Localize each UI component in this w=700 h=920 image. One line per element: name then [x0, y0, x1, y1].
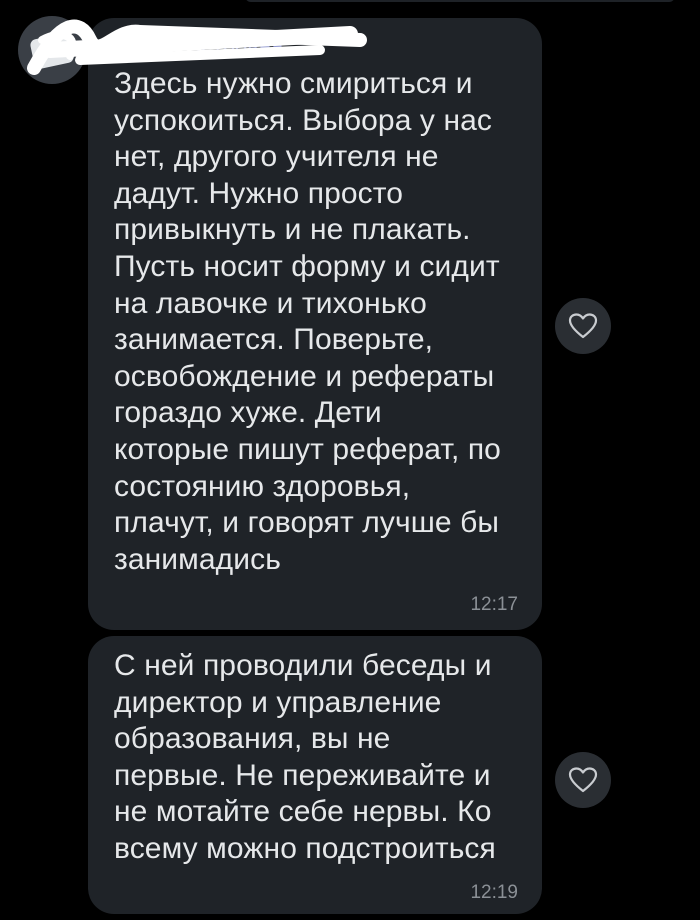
sender-avatar[interactable]	[18, 16, 86, 84]
message-text: Здесь нужно смириться и успокоиться. Выб…	[114, 67, 501, 576]
message-bubble[interactable]: Здесь нужно смириться и успокоиться. Выб…	[88, 18, 542, 630]
react-heart-button[interactable]	[555, 752, 611, 808]
message-bubble[interactable]: С ней проводили беседы и директор и упра…	[88, 636, 542, 914]
heart-outline-icon	[568, 767, 598, 793]
sender-name[interactable]: Мария Петровна	[112, 32, 283, 60]
avatar-image	[29, 32, 75, 70]
previous-message-edge	[245, 0, 675, 2]
chat-screen: Здесь нужно смириться и успокоиться. Выб…	[0, 0, 700, 920]
message-text: С ней проводили беседы и директор и упра…	[114, 649, 496, 865]
message-time: 12:19	[470, 882, 518, 903]
heart-outline-icon	[568, 313, 598, 339]
message-time: 12:17	[470, 594, 518, 615]
react-heart-button[interactable]	[555, 298, 611, 354]
